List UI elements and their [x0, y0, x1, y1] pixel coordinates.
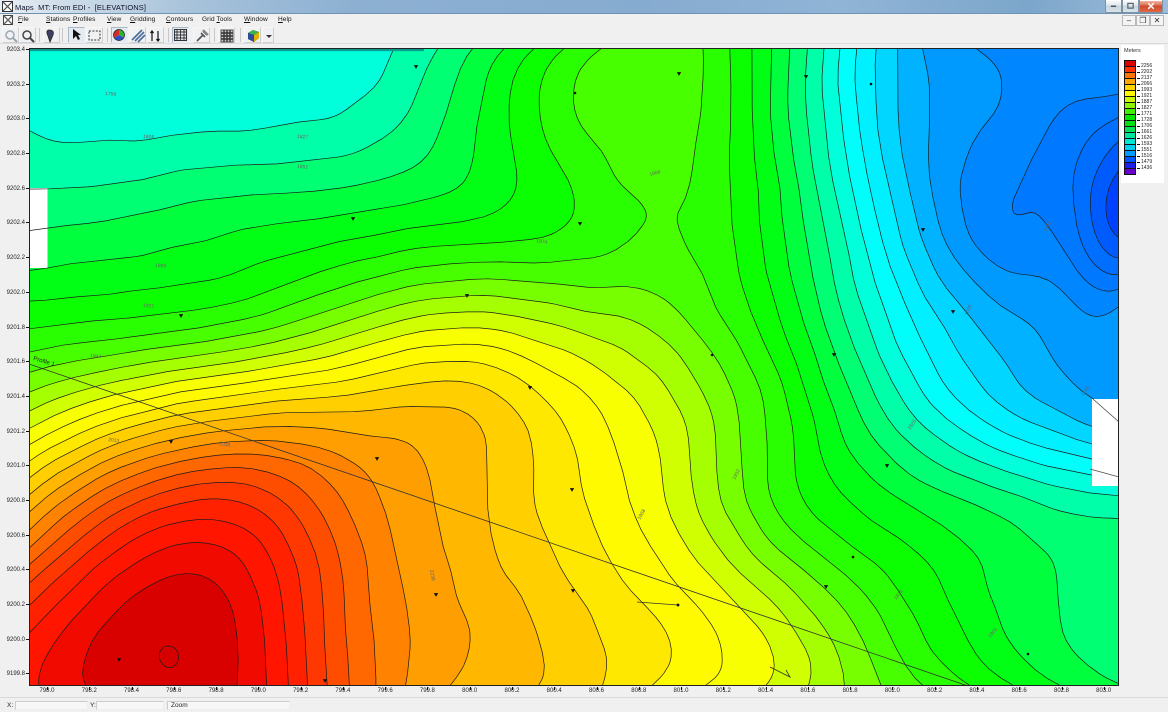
svg-text:1944: 1944	[90, 353, 102, 360]
svg-text:1921: 1921	[143, 303, 155, 310]
svg-text:1827: 1827	[297, 134, 309, 141]
svg-text:1851: 1851	[297, 164, 309, 171]
svg-text:1756: 1756	[105, 91, 117, 98]
svg-text:1898: 1898	[155, 263, 167, 269]
svg-text:1808: 1808	[143, 134, 155, 141]
